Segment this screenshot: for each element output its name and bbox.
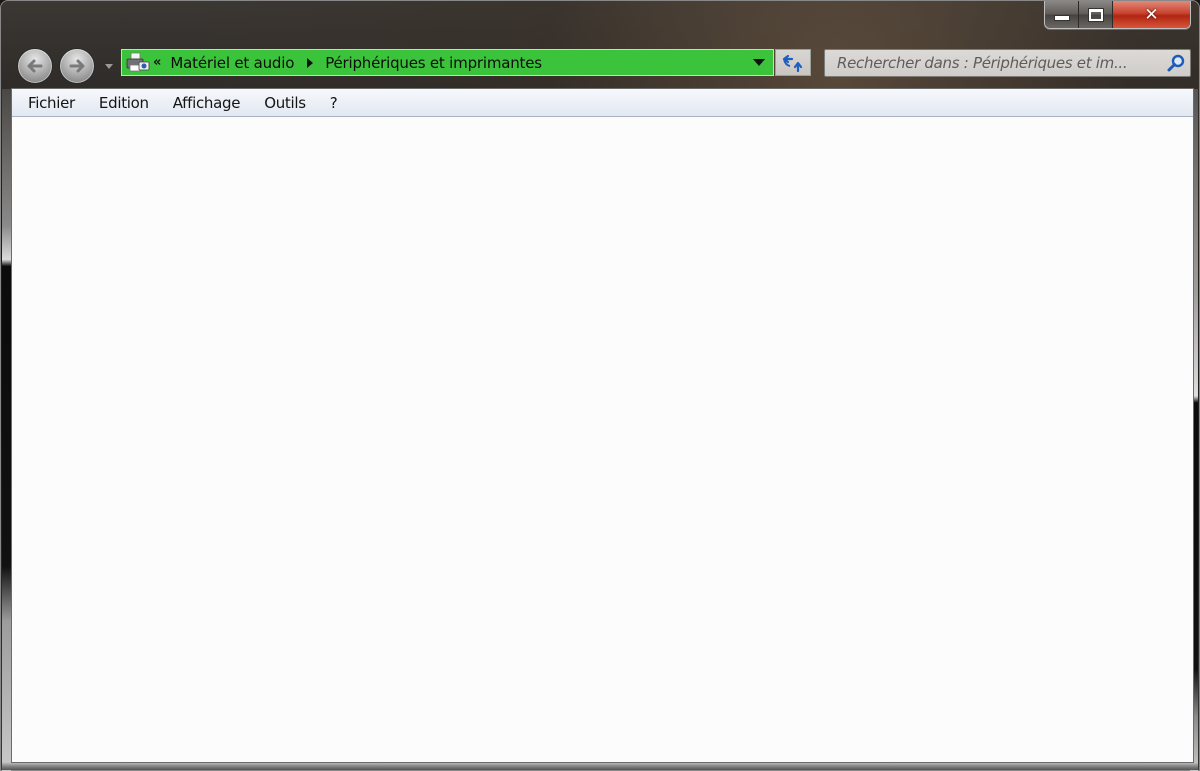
maximize-icon xyxy=(1087,7,1104,22)
address-bar[interactable]: « Matériel et audio Périphériques et imp… xyxy=(121,49,774,76)
breadcrumb-materiel-audio[interactable]: Matériel et audio xyxy=(170,54,294,72)
close-icon: ✕ xyxy=(1144,4,1159,25)
close-button[interactable]: ✕ xyxy=(1113,1,1190,28)
window-border-bottom xyxy=(2,762,1198,770)
breadcrumb-separator-arrow[interactable] xyxy=(307,57,314,68)
window-border-left xyxy=(2,89,11,771)
search-icon xyxy=(1167,54,1185,72)
search-box xyxy=(824,49,1191,77)
menu-help[interactable]: ? xyxy=(330,94,338,112)
caption-buttons: ✕ xyxy=(1044,1,1191,29)
search-input[interactable] xyxy=(825,53,1162,73)
breadcrumb-peripheriques-imprimantes[interactable]: Périphériques et imprimantes xyxy=(325,54,542,72)
address-overflow-button[interactable]: « xyxy=(153,55,161,70)
explorer-window: ✕ « Matériel et audio Périphériques et i… xyxy=(0,0,1200,771)
content-pane: Fichier Edition Affichage Outils ? xyxy=(11,88,1194,763)
refresh-button[interactable] xyxy=(775,49,811,76)
menu-bar: Fichier Edition Affichage Outils ? xyxy=(12,89,1193,117)
back-arrow-icon xyxy=(27,59,43,73)
menu-affichage[interactable]: Affichage xyxy=(173,94,241,112)
back-button[interactable] xyxy=(17,48,53,84)
maximize-button[interactable] xyxy=(1079,1,1113,28)
menu-edition[interactable]: Edition xyxy=(99,94,149,112)
menu-fichier[interactable]: Fichier xyxy=(28,94,75,112)
recent-pages-dropdown[interactable] xyxy=(103,60,115,72)
search-button[interactable] xyxy=(1162,51,1190,75)
refresh-icon xyxy=(782,54,803,72)
minimize-icon xyxy=(1053,15,1070,21)
chevron-down-icon xyxy=(753,59,765,66)
forward-button[interactable] xyxy=(59,48,95,84)
address-history-dropdown[interactable] xyxy=(749,50,773,75)
navigation-buttons xyxy=(15,46,123,84)
menu-outils[interactable]: Outils xyxy=(264,94,306,112)
minimize-button[interactable] xyxy=(1045,1,1079,28)
devices-printers-icon xyxy=(126,52,150,74)
forward-arrow-icon xyxy=(69,59,85,73)
device-list-area[interactable] xyxy=(12,117,1193,762)
